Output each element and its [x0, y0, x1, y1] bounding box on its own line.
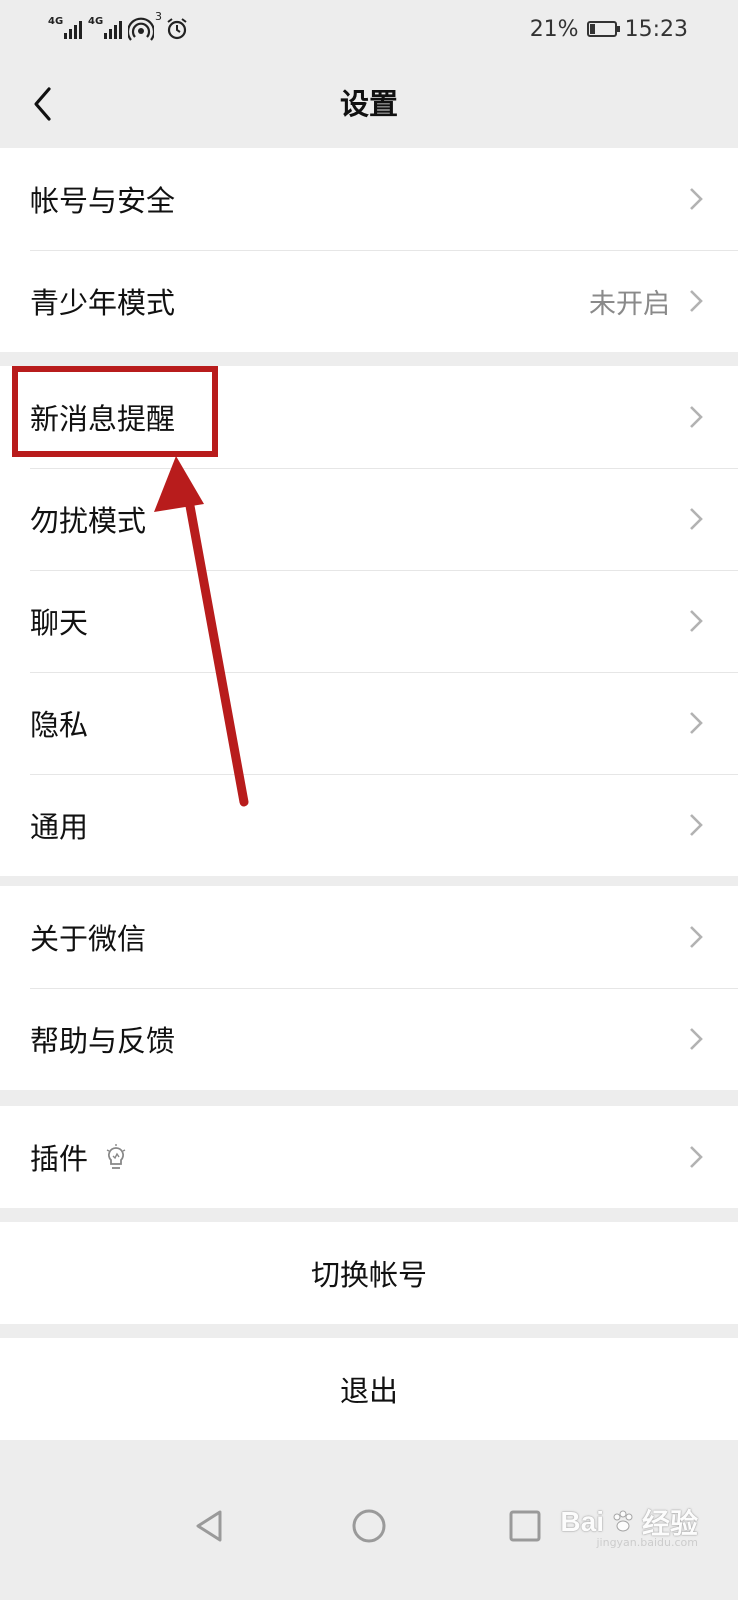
chevron-right-icon — [690, 508, 703, 530]
nav-back-icon[interactable] — [190, 1506, 230, 1546]
nav-recents-icon[interactable] — [505, 1506, 545, 1546]
logout-button[interactable]: 退出 — [0, 1338, 738, 1440]
settings-item-label: 通用 — [30, 810, 89, 844]
signal-label: 4G — [88, 16, 104, 27]
logout-section: 退出 — [0, 1338, 738, 1440]
signal-icon-sim1: 4G — [48, 17, 82, 41]
settings-item-label: 插件 — [30, 1142, 89, 1176]
chevron-right-icon — [690, 926, 703, 948]
settings-item-label: 帮助与反馈 — [30, 1024, 176, 1058]
switch-account-section: 切换帐号 — [0, 1222, 738, 1324]
settings-item-plugins[interactable]: 插件 — [0, 1106, 738, 1208]
settings-item-privacy[interactable]: 隐私 — [0, 672, 738, 774]
settings-item-teen-mode[interactable]: 青少年模式 未开启 — [0, 250, 738, 352]
hotspot-icon: 3 — [126, 10, 162, 42]
teen-mode-status: 未开启 — [589, 288, 670, 320]
settings-item-account-security[interactable]: 帐号与安全 — [0, 148, 738, 250]
watermark-site: jingyan.baidu.com — [596, 1536, 698, 1549]
settings-item-label: 聊天 — [30, 606, 89, 640]
chevron-right-icon — [690, 406, 703, 428]
settings-item-label: 关于微信 — [30, 922, 147, 956]
nav-header: 设置 — [0, 60, 738, 148]
clock: 15:23 — [624, 16, 688, 42]
switch-account-button[interactable]: 切换帐号 — [0, 1222, 738, 1324]
paw-icon — [613, 1510, 633, 1532]
nav-home-icon[interactable] — [349, 1506, 389, 1546]
battery-icon — [586, 21, 620, 37]
settings-item-about-wechat[interactable]: 关于微信 — [0, 886, 738, 988]
settings-item-label: 帐号与安全 — [30, 184, 176, 218]
chevron-right-icon — [690, 188, 703, 210]
signal-icon-sim2: 4G — [88, 17, 122, 41]
chevron-right-icon — [690, 712, 703, 734]
settings-item-label: 隐私 — [30, 708, 89, 742]
chevron-right-icon — [690, 1028, 703, 1050]
chevron-right-icon — [690, 1146, 703, 1168]
status-icons-right: 21% 15:23 — [530, 14, 688, 44]
chevron-right-icon — [690, 290, 703, 312]
lightbulb-icon — [106, 1144, 126, 1169]
status-bar: 4G 4G 3 21% 15:23 — [0, 0, 738, 60]
alarm-icon — [164, 16, 190, 42]
annotation-highlight-box — [12, 366, 218, 457]
battery-percent: 21% — [529, 16, 579, 42]
settings-group-plugins: 插件 — [0, 1106, 738, 1208]
settings-group-about: 关于微信 帮助与反馈 — [0, 886, 738, 1090]
notification-count: 3 — [155, 10, 162, 23]
settings-item-label: 勿扰模式 — [30, 504, 147, 538]
settings-item-general[interactable]: 通用 — [0, 774, 738, 876]
page-title: 设置 — [339, 87, 398, 121]
settings-item-chat[interactable]: 聊天 — [0, 570, 738, 672]
chevron-right-icon — [690, 814, 703, 836]
signal-label: 4G — [48, 16, 64, 27]
settings-item-do-not-disturb[interactable]: 勿扰模式 — [0, 468, 738, 570]
battery-level — [589, 24, 595, 34]
chevron-right-icon — [690, 610, 703, 632]
status-icons-left: 4G 4G 3 — [48, 10, 190, 44]
settings-item-label: 青少年模式 — [30, 286, 176, 320]
settings-item-help-feedback[interactable]: 帮助与反馈 — [0, 988, 738, 1090]
settings-group-account: 帐号与安全 青少年模式 未开启 — [0, 148, 738, 352]
watermark-brand: Bai — [560, 1506, 604, 1537]
